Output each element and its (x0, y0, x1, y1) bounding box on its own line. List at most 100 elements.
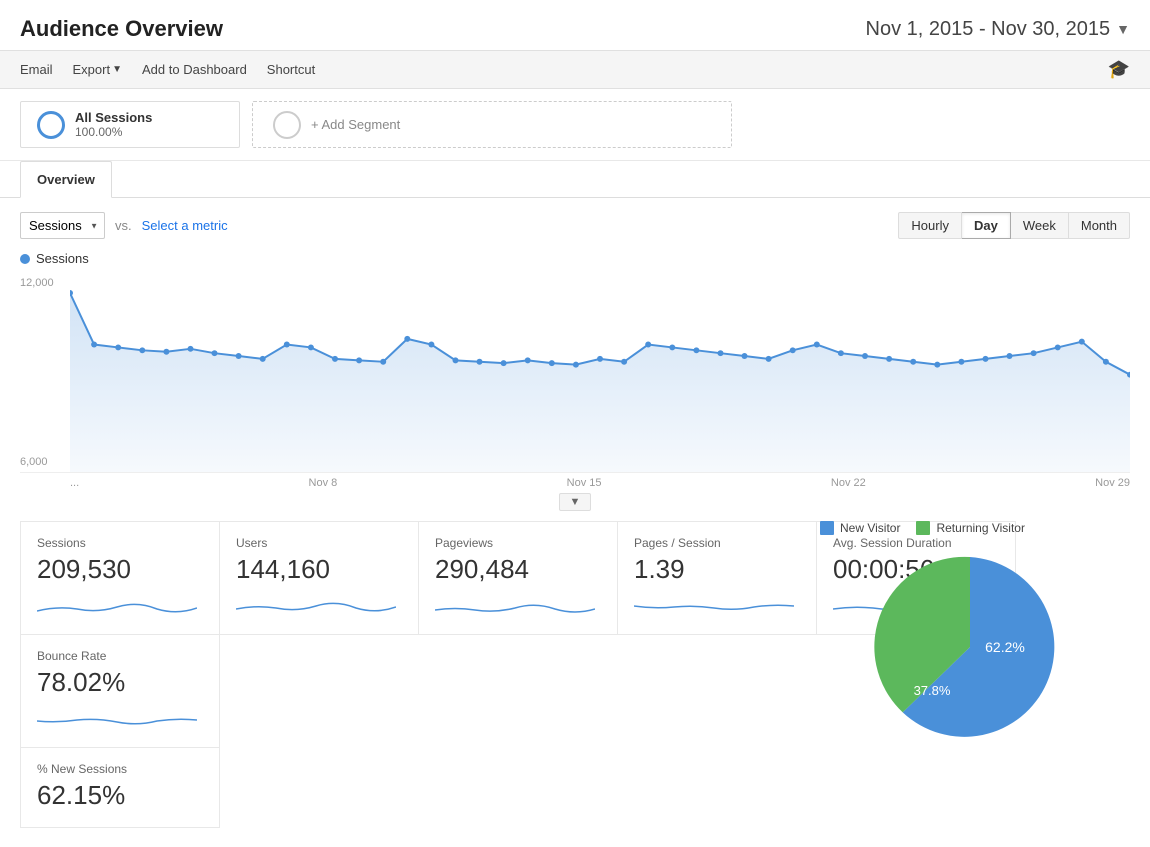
segments-bar: All Sessions 100.00% + Add Segment (0, 89, 1150, 161)
chart-data-point (1055, 344, 1061, 350)
new-visitor-color (820, 521, 834, 535)
date-range-arrow-icon: ▼ (1116, 21, 1130, 37)
week-button[interactable]: Week (1011, 212, 1069, 239)
chart-data-point (212, 350, 218, 356)
pie-legend: New Visitor Returning Visitor (820, 521, 1130, 535)
chart-data-point (332, 355, 338, 361)
all-sessions-segment[interactable]: All Sessions 100.00% (20, 101, 240, 148)
metric-select-wrap: Sessions (20, 212, 105, 239)
sparkline-bounce (37, 704, 197, 734)
add-segment-button[interactable]: + Add Segment (252, 101, 732, 148)
metric-select[interactable]: Sessions (20, 212, 105, 239)
chart-data-point (934, 361, 940, 367)
sparkline-pps (634, 591, 794, 621)
metric-users: Users 144,160 (219, 521, 419, 635)
chart-data-point (983, 355, 989, 361)
chart-data-point (862, 352, 868, 358)
x-label-nov15: Nov 15 (567, 477, 602, 489)
metric-new-sessions-label: % New Sessions (37, 762, 203, 776)
metric-pageviews-value: 290,484 (435, 554, 601, 585)
chart-data-point (886, 355, 892, 361)
chart-data-point (525, 357, 531, 363)
bottom-area: Sessions 209,530 Users 144,160 Pageviews… (0, 511, 1150, 847)
chart-data-point (380, 358, 386, 364)
chart-data-point (428, 341, 434, 347)
chart-data-point (356, 357, 362, 363)
day-button[interactable]: Day (962, 212, 1011, 239)
chart-data-point (91, 341, 97, 347)
export-arrow-icon: ▼ (112, 64, 122, 75)
metric-pps-value: 1.39 (634, 554, 800, 585)
chart-data-point (742, 352, 748, 358)
chart-data-point (958, 358, 964, 364)
chart-data-point (718, 350, 724, 356)
chart-data-point (790, 347, 796, 353)
metric-pages-per-session: Pages / Session 1.39 (617, 521, 817, 635)
sparkline-sessions (37, 591, 197, 621)
pie-chart-svg: 62.2% 37.8% (870, 547, 1070, 747)
chart-data-point (621, 358, 627, 364)
chart-data-point (814, 341, 820, 347)
y-label-top: 12,000 (20, 277, 70, 289)
chart-data-point (549, 360, 555, 366)
date-range-text: Nov 1, 2015 - Nov 30, 2015 (866, 18, 1111, 41)
returning-visitor-legend: Returning Visitor (916, 521, 1025, 535)
select-metric-link[interactable]: Select a metric (142, 218, 228, 233)
x-label-nov22: Nov 22 (831, 477, 866, 489)
email-button[interactable]: Email (20, 62, 53, 77)
new-visitor-label: New Visitor (840, 521, 900, 535)
expand-button[interactable]: ▼ (559, 493, 592, 511)
chart-data-point (1103, 358, 1109, 364)
sessions-legend-dot (20, 254, 30, 264)
chart-data-point (453, 357, 459, 363)
month-button[interactable]: Month (1069, 212, 1130, 239)
page-title: Audience Overview (20, 16, 223, 42)
metric-users-label: Users (236, 536, 402, 550)
sessions-legend-label: Sessions (36, 251, 89, 266)
chart-data-point (163, 348, 169, 354)
chart-data-point (188, 345, 194, 351)
new-pct-label: 62.2% (985, 639, 1025, 655)
sparkline-users (236, 591, 396, 621)
chart-svg (70, 273, 1130, 472)
help-icon[interactable]: 🎓 (1108, 59, 1130, 80)
toolbar: Email Export ▼ Add to Dashboard Shortcut… (0, 50, 1150, 89)
returning-visitor-color (916, 521, 930, 535)
segment-name: All Sessions (75, 110, 152, 125)
pie-chart-section: New Visitor Returning Visitor 62.2% 37.8… (810, 521, 1130, 747)
chart-data-point (573, 361, 579, 367)
export-button[interactable]: Export ▼ (73, 62, 122, 77)
returning-pct-label: 37.8% (914, 683, 951, 698)
shortcut-button[interactable]: Shortcut (267, 62, 315, 77)
add-segment-label: + Add Segment (311, 117, 400, 132)
chart-data-point (236, 352, 242, 358)
metric-bounce-value: 78.02% (37, 667, 203, 698)
metric-sessions-label: Sessions (37, 536, 203, 550)
chart-data-point (597, 355, 603, 361)
hourly-button[interactable]: Hourly (898, 212, 962, 239)
date-range-picker[interactable]: Nov 1, 2015 - Nov 30, 2015 ▼ (866, 18, 1130, 41)
page-header: Audience Overview Nov 1, 2015 - Nov 30, … (0, 0, 1150, 50)
chart-data-point (284, 341, 290, 347)
metric-bounce-rate: Bounce Rate 78.02% (20, 634, 220, 748)
vs-label: vs. (115, 218, 132, 233)
chart-expand: ▼ (20, 493, 1130, 511)
tab-overview[interactable]: Overview (20, 161, 112, 198)
add-to-dashboard-button[interactable]: Add to Dashboard (142, 62, 247, 77)
x-label-nov8: Nov 8 (309, 477, 338, 489)
metric-bounce-label: Bounce Rate (37, 649, 203, 663)
chart-data-point (139, 347, 145, 353)
y-label-bottom: 6,000 (20, 456, 70, 468)
chart-data-point (404, 335, 410, 341)
chart-container: 12,000 6,000 ... Nov 8 Nov 15 Nov 22 Nov… (0, 273, 1150, 511)
segment-pct: 100.00% (75, 125, 152, 139)
new-visitor-legend: New Visitor (820, 521, 900, 535)
chart-data-point (838, 350, 844, 356)
chart-data-point (1031, 350, 1037, 356)
metric-sessions: Sessions 209,530 (20, 521, 220, 635)
chart-data-point (501, 360, 507, 366)
chart-xaxis: ... Nov 8 Nov 15 Nov 22 Nov 29 (20, 473, 1130, 493)
chart-data-point (669, 344, 675, 350)
chart-data-point (910, 358, 916, 364)
chart-legend: Sessions (0, 247, 1150, 273)
